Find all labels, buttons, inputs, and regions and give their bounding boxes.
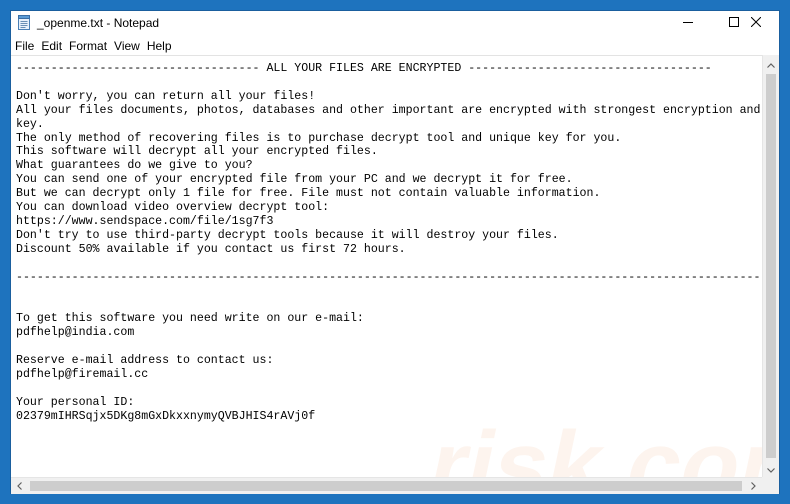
title-bar[interactable]: _openme.txt - Notepad [11, 11, 779, 35]
text-editor[interactable]: risk.com -------------------------------… [11, 55, 762, 477]
menu-view[interactable]: View [111, 37, 143, 55]
scroll-down-button[interactable] [763, 460, 779, 477]
chevron-down-icon [767, 460, 775, 478]
chevron-left-icon [17, 477, 22, 495]
scroll-left-button[interactable] [11, 478, 28, 494]
text-line: To get this software you need write on o… [16, 312, 364, 326]
horizontal-scroll-thumb[interactable] [30, 481, 742, 491]
text-line: Your personal ID: [16, 395, 135, 409]
close-icon [750, 14, 762, 32]
scrollbar-corner [762, 477, 779, 494]
menu-help[interactable]: Help [144, 37, 175, 55]
text-line: Don't worry, you can return all your fil… [16, 89, 316, 103]
text-line: Don't try to use third-party decrypt too… [16, 228, 559, 242]
text-line: You can download video overview decrypt … [16, 201, 330, 215]
download-link-text: https://www.sendspace.com/file/1sg7f3 [16, 214, 274, 228]
text-line: But we can decrypt only 1 file for free.… [16, 187, 601, 201]
vertical-scrollbar[interactable] [762, 55, 779, 477]
text-line: Reserve e-mail address to contact us: [16, 354, 274, 368]
menu-bar: File Edit Format View Help [11, 36, 779, 55]
notepad-icon [18, 15, 31, 30]
window-title: _openme.txt - Notepad [37, 16, 160, 30]
chevron-right-icon [751, 477, 756, 495]
close-button[interactable] [733, 11, 779, 35]
text-line: What guarantees do we give to you? [16, 159, 253, 173]
minimize-button[interactable] [665, 11, 711, 35]
text-line: This software will decrypt all your encr… [16, 145, 378, 159]
watermark: risk.com [419, 412, 762, 477]
text-line: key. [16, 117, 44, 131]
text-line: Discount 50% available if you contact us… [16, 242, 406, 256]
notepad-window: _openme.txt - Notepad File Edit Format V… [10, 10, 780, 494]
personal-id: 02379mIHRSqjx5DKg8mGxDkxxnymyQVBJHIS4rAV… [16, 409, 316, 423]
text-line: All your files documents, photos, databa… [16, 103, 762, 117]
scroll-up-button[interactable] [763, 55, 779, 72]
document-text[interactable]: ----------------------------------- ALL … [11, 56, 762, 424]
menu-edit[interactable]: Edit [38, 37, 65, 55]
email-reserve: pdfhelp@firemail.cc [16, 367, 149, 381]
email-primary: pdfhelp@india.com [16, 326, 135, 340]
text-line: ----------------------------------- ALL … [16, 62, 712, 75]
text-line: The only method of recovering files is t… [16, 131, 622, 145]
vertical-scroll-thumb[interactable] [766, 74, 776, 458]
menu-format[interactable]: Format [66, 37, 110, 55]
chevron-up-icon [767, 55, 775, 73]
menu-file[interactable]: File [12, 37, 37, 55]
separator-line: ----------------------------------------… [16, 270, 762, 284]
minimize-icon [683, 14, 693, 32]
horizontal-scrollbar[interactable] [11, 477, 762, 494]
text-line: You can send one of your encrypted file … [16, 173, 573, 187]
scroll-right-button[interactable] [745, 478, 762, 494]
